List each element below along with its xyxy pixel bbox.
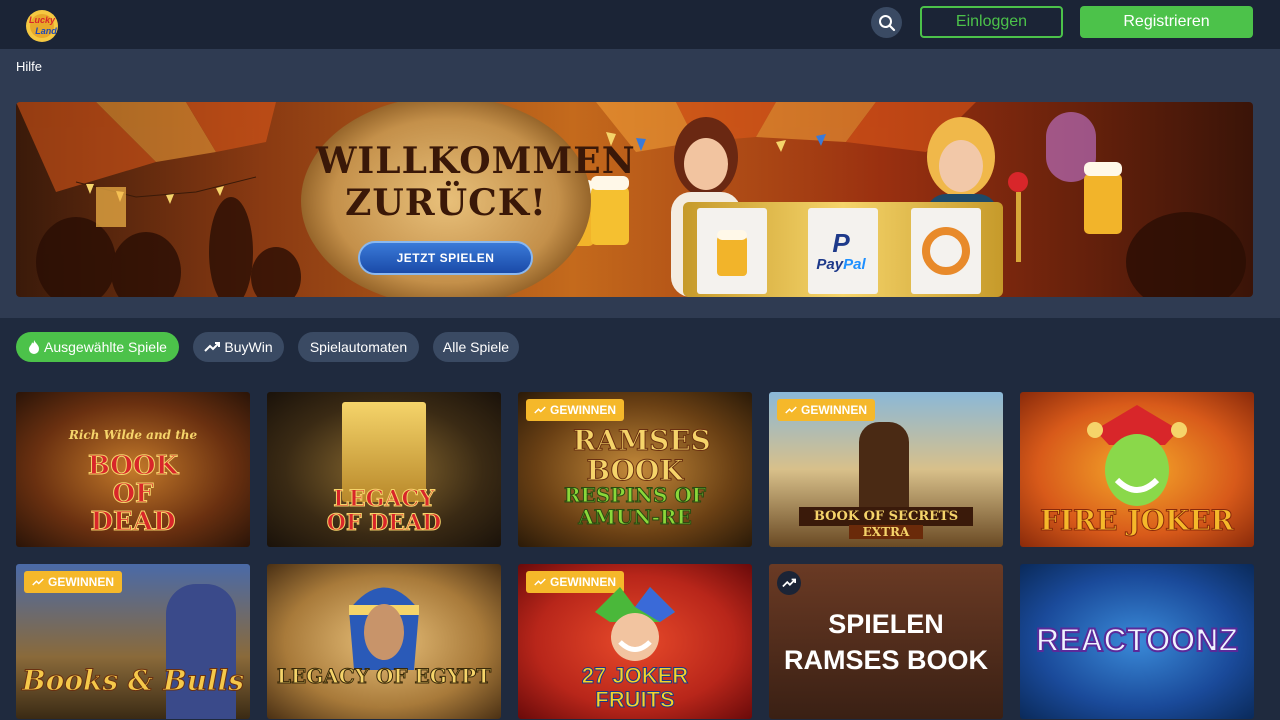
- filter-featured-games[interactable]: Ausgewählte Spiele: [16, 332, 179, 362]
- beer-icon: [717, 230, 747, 276]
- svg-text:Land: Land: [35, 26, 57, 36]
- paypal-pay-text: Pay: [816, 256, 844, 273]
- beer-reel: [697, 208, 767, 294]
- game-subtitle: Rich Wilde and the: [68, 428, 198, 442]
- game-tile-book-of-secrets[interactable]: GEWINNEN BOOK OF SECRETS EXTRA: [769, 392, 1003, 547]
- game-tile-book-of-dead[interactable]: Rich Wilde and the BOOK OF DEAD: [16, 392, 250, 547]
- game-title: LEGACY OF DEAD: [326, 486, 442, 536]
- game-tile-legacy-of-egypt[interactable]: LEGACY OF EGYPT: [267, 564, 501, 719]
- filter-slot-machines[interactable]: Spielautomaten: [298, 332, 419, 362]
- banner-title: WILLKOMMEN ZURÜCK!: [316, 140, 636, 224]
- trend-up-icon: [204, 342, 221, 352]
- game-title: BOOK OF DEAD: [87, 451, 179, 537]
- filter-label: BuyWin: [224, 339, 273, 355]
- game-title: FIRE JOKER: [1040, 504, 1235, 538]
- login-button[interactable]: Einloggen: [920, 6, 1063, 38]
- filter-label: Alle Spiele: [442, 339, 510, 355]
- game-tile-books-and-bulls[interactable]: GEWINNEN Books & Bulls: [16, 564, 250, 719]
- paypal-pal-text: Pal: [843, 256, 866, 273]
- pretzel-icon: [922, 227, 970, 275]
- explorer-figure: [859, 422, 909, 512]
- banner-background: [16, 102, 1246, 297]
- paypal-logo: P PayPal: [816, 228, 866, 273]
- game-title: RAMSES BOOK: [573, 424, 712, 487]
- site-logo[interactable]: Lucky Land: [22, 4, 66, 44]
- banner-title-line1: WILLKOMMEN: [316, 140, 636, 182]
- trend-up-icon: [534, 578, 546, 586]
- pharaoh-graphic: [349, 587, 419, 670]
- trend-up-icon: [782, 578, 796, 588]
- trend-up-icon: [534, 406, 546, 414]
- joker-face-graphic: [1087, 405, 1187, 506]
- game-title: LEGACY OF EGYPT: [276, 664, 492, 689]
- badge-label: GEWINNEN: [48, 575, 114, 589]
- filter-buywin[interactable]: BuyWin: [193, 332, 284, 362]
- svg-text:Lucky: Lucky: [29, 15, 56, 25]
- badge-label: GEWINNEN: [550, 403, 616, 417]
- game-tile-fire-joker[interactable]: FIRE JOKER: [1020, 392, 1254, 547]
- knight-figure: [166, 584, 236, 719]
- game-title: Books & Bulls: [21, 664, 245, 698]
- play-now-button[interactable]: JETZT SPIELEN: [358, 241, 533, 275]
- pretzel-reel: [911, 208, 981, 294]
- hero-section: Hilfe WILLKOMMEN ZURÜCK! JETZT SPIELEN P…: [0, 49, 1280, 318]
- search-button[interactable]: [871, 7, 902, 38]
- search-icon: [878, 14, 895, 31]
- game-tile-legacy-of-dead[interactable]: LEGACY OF DEAD: [267, 392, 501, 547]
- game-tile-reactoonz[interactable]: REACTOONZ: [1020, 564, 1254, 719]
- welcome-banner[interactable]: WILLKOMMEN ZURÜCK! JETZT SPIELEN P PayPa…: [16, 102, 1253, 297]
- filter-all-games[interactable]: Alle Spiele: [433, 332, 519, 362]
- game-title: BOOK OF SECRETS: [799, 507, 973, 526]
- badge-label: GEWINNEN: [801, 403, 867, 417]
- game-subtitle: RESPINS OF AMUN-RE: [563, 483, 706, 529]
- help-link[interactable]: Hilfe: [16, 59, 42, 74]
- game-tile-play-ramses-book[interactable]: SPIELEN RAMSES BOOK: [769, 564, 1003, 719]
- top-bar: Lucky Land Einloggen Registrieren: [0, 0, 1280, 49]
- banner-title-line2: ZURÜCK!: [345, 182, 547, 224]
- buywin-badge: [777, 571, 801, 595]
- game-title: 27 JOKER FRUITS: [581, 663, 689, 712]
- filter-label: Spielautomaten: [309, 339, 408, 355]
- filter-label: Ausgewählte Spiele: [44, 339, 167, 355]
- win-badge: GEWINNEN: [777, 399, 875, 421]
- game-tile-ramses-book[interactable]: GEWINNEN RAMSES BOOK RESPINS OF AMUN-RE: [518, 392, 752, 547]
- win-badge: GEWINNEN: [24, 571, 122, 593]
- game-tile-27-joker-fruits[interactable]: GEWINNEN 27 JOKER FRUITS: [518, 564, 752, 719]
- trend-up-icon: [785, 406, 797, 414]
- trend-up-icon: [32, 578, 44, 586]
- game-title: SPIELEN RAMSES BOOK: [783, 609, 989, 675]
- fire-icon: [29, 340, 39, 354]
- game-title: REACTOONZ: [1035, 621, 1239, 659]
- game-subtitle: EXTRA: [849, 525, 923, 539]
- win-badge: GEWINNEN: [526, 399, 624, 421]
- jester-graphic: [595, 587, 675, 661]
- register-button[interactable]: Registrieren: [1080, 6, 1253, 38]
